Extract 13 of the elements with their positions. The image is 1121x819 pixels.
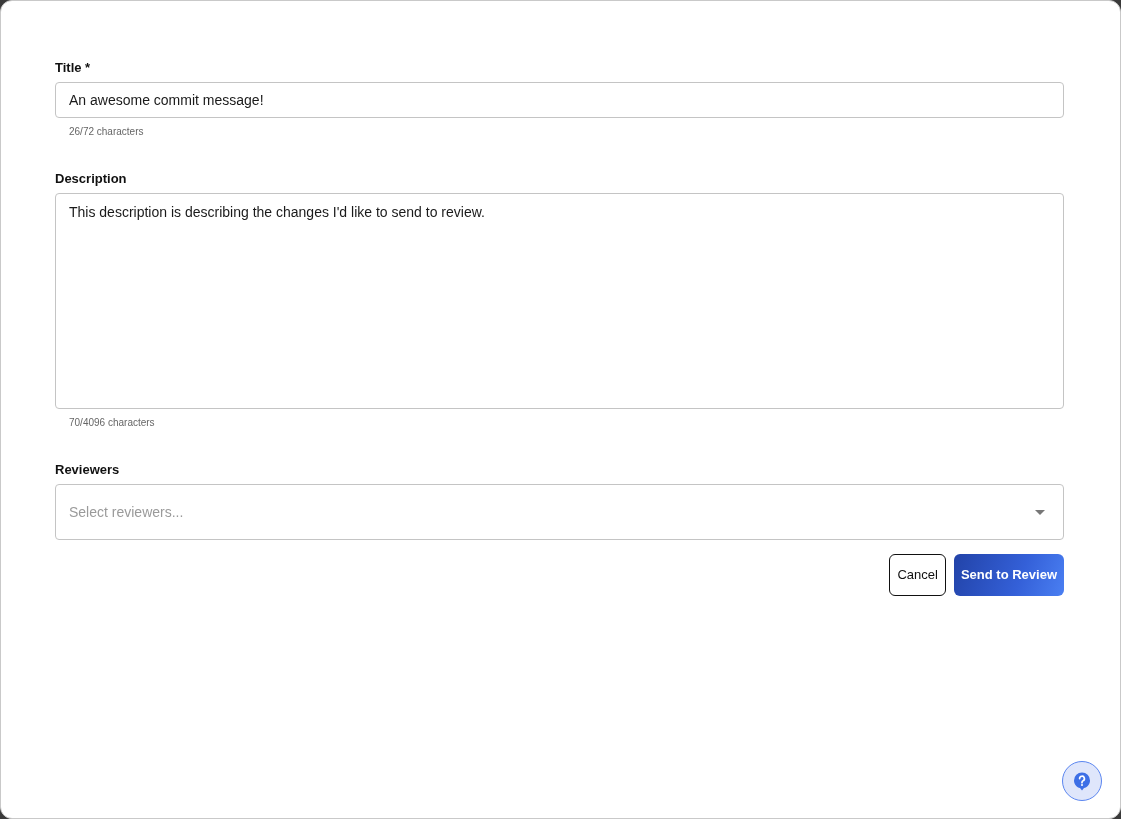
cancel-button[interactable]: Cancel	[889, 554, 946, 596]
help-icon	[1073, 771, 1091, 791]
help-button[interactable]	[1062, 761, 1102, 801]
title-input-field[interactable]: An awesome commit message!	[55, 82, 1064, 118]
character-count: 70/4096 characters	[69, 416, 155, 429]
character-count: 26/72 characters	[69, 125, 144, 138]
field-label: Title *	[55, 60, 91, 76]
field-label: Reviewers	[55, 462, 120, 478]
caret-icon	[1035, 509, 1045, 515]
send-to-review-button[interactable]: Send to Review	[953, 554, 1064, 596]
field-label: Description	[55, 171, 127, 187]
dropdown-placeholder: Select reviewers...	[69, 502, 184, 522]
description-text-area[interactable]: This description is describing the changes I'd like to send to review.	[55, 193, 1064, 409]
